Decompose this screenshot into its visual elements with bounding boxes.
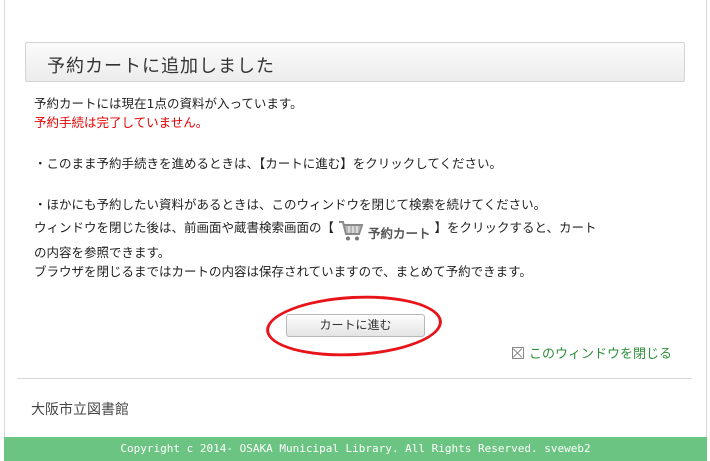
dialog-title: 予約カートに追加しました [47,56,275,77]
shopping-cart-icon [339,221,364,241]
dialog-title-box: 予約カートに追加しました [25,42,685,82]
footer-copyright: Copyright c 2014- OSAKA Municipal Librar… [4,437,707,461]
cart-reference-instruction: ウィンドウを閉じた後は、前画面や蔵書検索画面の【 予約カート 】をクリックすると、カ… [34,218,597,243]
close-window-link[interactable]: このウィンドウを閉じる [512,343,672,362]
proceed-instruction: ・このまま予約手続きを進めるときは、【カートに進む】をクリックしてください。 [34,156,503,171]
library-name[interactable]: 大阪市立図書館 [31,399,129,419]
instruction-before-cart: ウィンドウを閉じた後は、前画面や蔵書検索画面の【 [34,220,335,235]
cart-saved-instruction: ブラウザを閉じるまではカートの内容は保存されていますので、まとめて予約できます。 [34,264,532,279]
cart-reference-instruction-cont: の内容を参照できます。 [34,245,171,260]
incomplete-warning: 予約手続は完了していません。 [34,115,209,130]
instruction-after-cart: 】をクリックすると、カート [434,220,597,235]
close-window-label: このウィンドウを閉じる [529,347,673,362]
continue-search-instruction: ・ほかにも予約したい資料があるときは、このウィンドウを閉じて検索を続けてください… [34,197,547,212]
cart-label: 予約カート [368,226,431,241]
close-box-icon [512,347,524,359]
cart-inline-label: 予約カート [338,219,431,243]
cart-status-text: 予約カートには現在1点の資料が入っています。 [34,96,303,111]
divider [17,378,692,379]
